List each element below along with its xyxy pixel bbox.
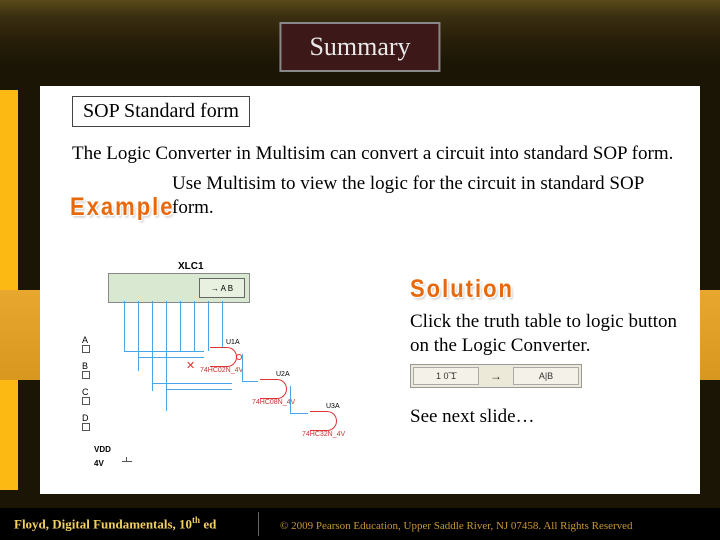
- gate-u3a-chip: 74HC32N_4V: [302, 431, 362, 438]
- example-label: Example: [70, 192, 175, 222]
- footer-tail: ed: [200, 516, 216, 531]
- wire: [290, 413, 308, 414]
- wire: [124, 301, 125, 351]
- wire: [242, 381, 258, 382]
- footer: Floyd, Digital Fundamentals, 10th ed © 2…: [0, 508, 720, 540]
- truth-table-button[interactable]: 1 0 ͞1: [413, 367, 479, 385]
- solution-label: Solution: [410, 274, 514, 304]
- expression-button[interactable]: A|B: [513, 367, 579, 385]
- wire: [152, 383, 232, 384]
- footer-book: Floyd, Digital Fundamentals, 10: [14, 516, 192, 531]
- see-next-text: See next slide…: [410, 406, 535, 428]
- footer-copyright: © 2009 Pearson Education, Upper Saddle R…: [280, 520, 633, 532]
- wire: [138, 301, 139, 371]
- wire: [138, 357, 204, 358]
- signal-d-box: [82, 423, 90, 431]
- or-gate-icon: [310, 411, 337, 431]
- gate-u1a-label: U1A: [226, 339, 286, 346]
- footer-divider: [258, 512, 259, 536]
- logic-converter-box: → A B: [108, 273, 250, 303]
- logic-converter-toolbar: 1 0 ͞1 → A|B: [410, 364, 582, 388]
- wire: [222, 301, 223, 351]
- wire: [152, 301, 153, 391]
- wire: [166, 389, 232, 390]
- signal-a-label: A: [82, 335, 88, 345]
- gate-u2a-label: U2A: [276, 371, 336, 378]
- signal-c-label: C: [82, 387, 89, 397]
- wire: [124, 351, 204, 352]
- section-heading: SOP Standard form: [72, 96, 250, 127]
- footer-sup: th: [192, 515, 200, 525]
- slide-title: Summary: [279, 22, 440, 72]
- ground-icon: [120, 457, 134, 467]
- wire: [290, 386, 291, 413]
- converter-output: → A B: [199, 278, 245, 298]
- and-gate-icon: [260, 379, 287, 399]
- gate-u1a-chip: 74HC02N_4V: [200, 367, 260, 374]
- wire: [194, 301, 195, 351]
- wire: [166, 301, 167, 411]
- solution-hint: Click the truth table to logic button on…: [410, 310, 690, 358]
- gate-u2a: [254, 377, 294, 399]
- content-panel: SOP Standard form The Logic Converter in…: [40, 86, 700, 494]
- junction-x-icon: ✕: [186, 359, 195, 372]
- wire: [242, 354, 243, 381]
- intro-text: The Logic Converter in Multisim can conv…: [72, 143, 673, 164]
- vdd-voltage: 4V: [94, 459, 104, 468]
- signal-b-box: [82, 371, 90, 379]
- gate-u3a-label: U3A: [326, 403, 386, 410]
- example-prompt: Use Multisim to view the logic for the c…: [172, 172, 682, 220]
- gate-u3a: [304, 409, 344, 431]
- wire: [208, 301, 209, 351]
- signal-a-box: [82, 345, 90, 353]
- gate-u2a-chip: 74HC08N_4V: [252, 399, 312, 406]
- signal-c-box: [82, 397, 90, 405]
- signal-b-label: B: [82, 361, 88, 371]
- convert-arrow-icon[interactable]: →: [483, 367, 509, 385]
- wire: [180, 301, 181, 351]
- circuit-diagram: XLC1 → A B A B C D U1A 74HC02N_4: [68, 261, 368, 471]
- signal-d-label: D: [82, 413, 89, 423]
- converter-id: XLC1: [178, 261, 204, 272]
- vdd-label: VDD: [94, 445, 111, 454]
- nor-gate-icon: [210, 347, 237, 367]
- footer-citation: Floyd, Digital Fundamentals, 10th ed: [14, 515, 216, 532]
- gate-u1a: [204, 345, 244, 367]
